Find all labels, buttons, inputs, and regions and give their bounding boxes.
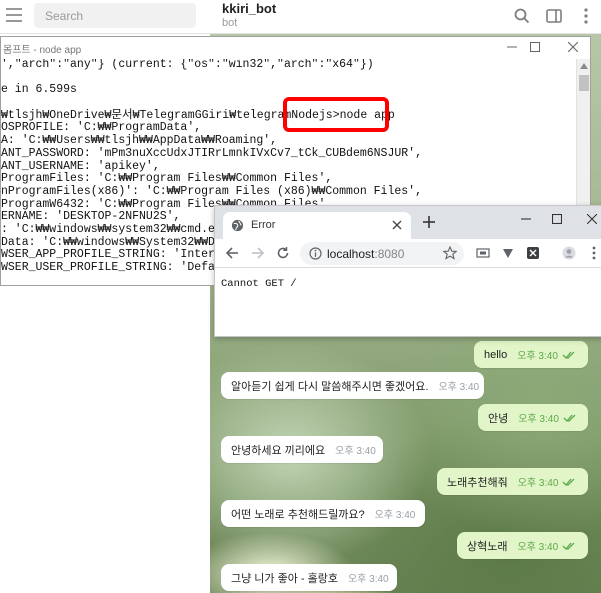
maximize-icon[interactable]: [524, 39, 546, 55]
scroll-up-arrow-icon[interactable]: [577, 59, 591, 73]
scrollbar-thumb[interactable]: [579, 75, 589, 91]
maximize-icon[interactable]: [548, 210, 566, 228]
shield-extension-icon[interactable]: [500, 246, 516, 260]
console-line: ANT_PASSWORD: 'mPm3nuXccUdxJTIRrLmnkIVxC…: [1, 146, 422, 160]
message-outgoing[interactable]: 안녕 오후 3:40: [478, 404, 588, 431]
message-text: 그냥 니가 좋아 - 홀랑호: [231, 572, 338, 585]
browser-tabbar[interactable]: Error: [215, 206, 601, 239]
close-icon[interactable]: [562, 39, 584, 55]
message-text: 노래추천해줘: [447, 476, 508, 489]
telegram-header: kkiri_bot bot: [0, 0, 601, 34]
message-text: 상혁노래: [467, 540, 508, 553]
console-line: nProgramFiles(x86)': 'C:₩₩Program Files …: [1, 184, 422, 198]
page-error-text: Cannot GET /: [221, 278, 297, 290]
url-text: localhost:8080: [327, 247, 404, 261]
message-time: 오후 3:40: [374, 510, 416, 521]
new-tab-icon[interactable]: [421, 214, 437, 230]
info-icon[interactable]: [309, 247, 322, 260]
highlight-annotation: [283, 97, 389, 132]
read-ticks-icon: [563, 414, 576, 422]
url-host: localhost: [327, 247, 375, 261]
url-port: :8080: [374, 247, 405, 261]
minimize-icon[interactable]: [517, 210, 535, 228]
message-text: 안녕하세요 끼리에요: [231, 444, 326, 457]
console-line: ProgramFiles: 'C:₩₩Program Files₩₩Common…: [1, 172, 333, 186]
console-title: 몸프트 - node app: [3, 45, 82, 56]
extension-icon[interactable]: [475, 246, 491, 260]
console-titlebar[interactable]: 몸프트 - node app: [1, 37, 590, 59]
browser-window[interactable]: Error localhost:8080 Cannot GET /: [214, 205, 601, 337]
address-bar[interactable]: localhost:8080: [300, 242, 464, 265]
minimize-icon[interactable]: [501, 39, 523, 55]
message-time: 오후 3:40: [347, 574, 389, 585]
message-time: 오후 3:40: [518, 414, 559, 425]
read-ticks-icon: [562, 351, 575, 359]
search-input[interactable]: [34, 3, 196, 28]
message-time: 오후 3:40: [517, 351, 558, 362]
forward-arrow-icon[interactable]: [250, 245, 266, 261]
message-text: 알아듣기 쉽게 다시 말씀해주시면 좋겠어요.: [231, 380, 429, 393]
message-text: hello: [484, 348, 508, 361]
read-ticks-icon: [562, 542, 575, 550]
globe-icon: [231, 219, 244, 232]
message-text: 안녕: [488, 412, 509, 425]
message-time: 오후 3:40: [517, 542, 559, 553]
telegram-sidebar-header: [0, 0, 210, 34]
message-incoming[interactable]: 안녕하세요 끼리에요 오후 3:40: [221, 436, 383, 463]
profile-avatar-icon[interactable]: [561, 246, 577, 260]
browser-toolbar: localhost:8080: [215, 239, 601, 268]
x-extension-icon[interactable]: [525, 246, 541, 260]
message-time: 오후 3:40: [517, 478, 559, 489]
bookmark-star-icon[interactable]: [443, 246, 457, 260]
message-time: 오후 3:40: [438, 382, 480, 393]
close-icon[interactable]: [583, 210, 601, 228]
message-incoming[interactable]: 어떤 노래로 추천해드릴까요? 오후 3:40: [221, 500, 425, 527]
close-tab-icon[interactable]: [391, 219, 403, 231]
console-line: e in 6.599s: [1, 83, 77, 97]
console-line: ',"arch":"any"} (current: {"os":"win32",…: [1, 59, 374, 71]
browser-tab[interactable]: Error: [223, 212, 411, 239]
search-icon[interactable]: [513, 7, 531, 25]
read-ticks-icon: [562, 478, 575, 486]
message-time: 오후 3:40: [335, 446, 376, 457]
message-incoming[interactable]: 알아듣기 쉽게 다시 말씀해주시면 좋겠어요. 오후 3:40: [221, 372, 484, 399]
message-outgoing[interactable]: 상혁노래 오후 3:40: [457, 532, 588, 559]
back-arrow-icon[interactable]: [224, 245, 240, 261]
reload-icon[interactable]: [275, 245, 291, 261]
message-outgoing[interactable]: 노래추천해줘 오후 3:40: [437, 468, 588, 495]
tab-title: Error: [251, 219, 276, 231]
chat-subtitle: bot: [222, 17, 238, 29]
browser-page[interactable]: Cannot GET /: [215, 269, 601, 336]
chat-title[interactable]: kkiri_bot: [222, 1, 276, 16]
message-outgoing[interactable]: hello 오후 3:40: [474, 341, 588, 368]
hamburger-menu-icon[interactable]: [6, 8, 22, 22]
message-text: 어떤 노래로 추천해드릴까요?: [231, 508, 365, 521]
message-incoming[interactable]: 그냥 니가 좋아 - 홀랑호 오후 3:40: [221, 564, 397, 591]
console-line: A: 'C:₩₩Users₩₩tlsjh₩₩AppData₩₩Roaming',: [1, 134, 278, 148]
sidebar-toggle-icon[interactable]: [545, 7, 563, 25]
browser-menu-icon[interactable]: [586, 246, 601, 260]
chat-actions: [513, 7, 595, 25]
more-vertical-icon[interactable]: [577, 7, 595, 25]
desktop: kkiri_bot bot hello 오후 3:40 알아듣기 쉽게 다시 말…: [0, 0, 601, 593]
